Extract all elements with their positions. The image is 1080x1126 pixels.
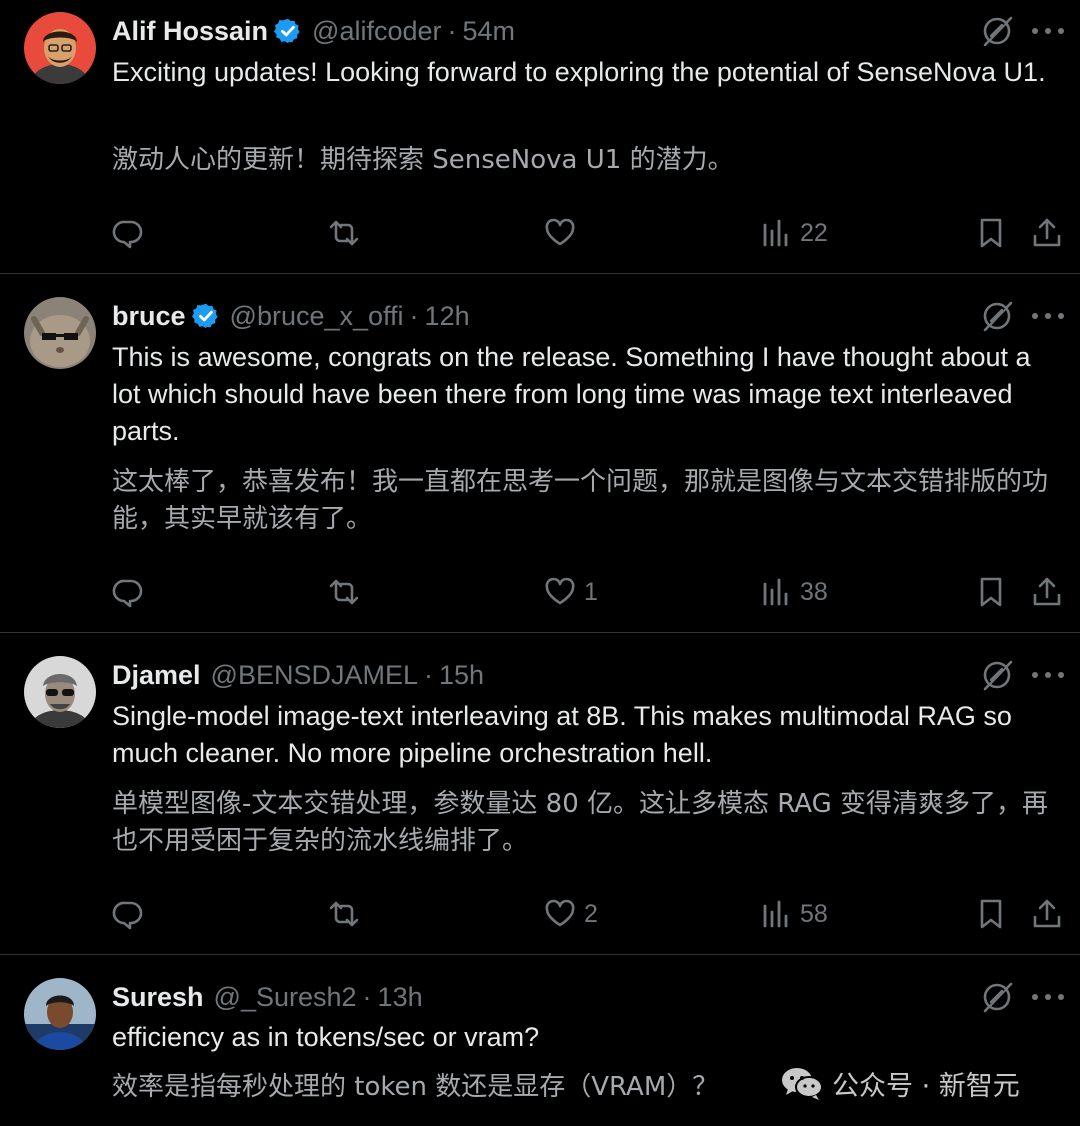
like-button[interactable]: 1 <box>544 572 598 612</box>
views-icon <box>760 898 792 930</box>
reply-icon <box>112 217 144 249</box>
grok-icon[interactable] <box>980 658 1014 692</box>
avatar[interactable] <box>24 12 96 84</box>
bookmark-button[interactable] <box>975 213 1007 253</box>
tweet-translation: 这太棒了，恭喜发布！我一直都在思考一个问题，那就是图像与文本交错排版的功能，其实… <box>112 467 1049 534</box>
action-bar: 1 38 <box>0 572 1080 612</box>
separator-dot: · <box>447 15 457 46</box>
reply-button[interactable] <box>112 572 144 612</box>
views-icon <box>760 576 792 608</box>
share-button[interactable] <box>1031 572 1063 612</box>
timestamp[interactable]: 15h <box>439 660 484 691</box>
separator-dot: · <box>424 659 434 690</box>
watermark: 公众号 · 新智元 <box>780 1063 1020 1103</box>
user-handle[interactable]: @BENSDJAMEL <box>211 660 418 691</box>
watermark-text: 公众号 · 新智元 <box>832 1070 1020 1102</box>
bookmark-button[interactable] <box>975 572 1007 612</box>
tweet[interactable]: Djamel @BENSDJAMEL · 15h Single-model im… <box>0 633 1080 955</box>
action-bar: 22 <box>0 213 1080 253</box>
display-name[interactable]: Suresh <box>112 982 204 1013</box>
views-button[interactable]: 22 <box>760 213 828 253</box>
like-count: 1 <box>584 577 598 606</box>
retweet-button[interactable] <box>328 572 360 612</box>
action-bar: 2 58 <box>0 894 1080 934</box>
avatar-image <box>24 297 96 369</box>
avatar[interactable] <box>24 297 96 369</box>
view-count: 38 <box>800 577 828 606</box>
views-icon <box>760 217 792 249</box>
grok-icon[interactable] <box>980 299 1014 333</box>
share-button[interactable] <box>1031 894 1063 934</box>
verified-badge-icon <box>274 17 302 45</box>
avatar[interactable] <box>24 656 96 728</box>
bookmark-icon <box>975 217 1007 249</box>
share-icon <box>1031 576 1063 608</box>
like-icon <box>544 217 576 249</box>
tweet-text: This is awesome, congrats on the release… <box>112 342 1031 446</box>
grok-icon[interactable] <box>980 14 1014 48</box>
reply-button[interactable] <box>112 213 144 253</box>
more-icon[interactable] <box>1032 670 1064 680</box>
like-button[interactable] <box>544 213 584 253</box>
user-handle[interactable]: @_Suresh2 <box>214 982 357 1013</box>
avatar-image <box>24 656 96 728</box>
like-button[interactable]: 2 <box>544 894 598 934</box>
tweet-translation: 激动人心的更新！期待探索 SenseNova U1 的潜力。 <box>112 145 734 175</box>
tweet-translation: 效率是指每秒处理的 token 数还是显存（VRAM）？ <box>112 1072 719 1102</box>
user-handle[interactable]: @alifcoder <box>312 16 441 47</box>
verified-badge-icon <box>192 302 220 330</box>
wechat-icon <box>782 1068 823 1100</box>
share-button[interactable] <box>1031 213 1063 253</box>
bookmark-button[interactable] <box>975 894 1007 934</box>
bookmark-icon <box>975 576 1007 608</box>
more-icon[interactable] <box>1032 992 1064 1002</box>
like-icon <box>544 898 576 930</box>
tweet-text: Exciting updates! Looking forward to exp… <box>112 57 1046 87</box>
tweet-header: Alif Hossain @alifcoder · 54m <box>112 13 515 49</box>
display-name[interactable]: Djamel <box>112 660 201 691</box>
retweet-icon <box>328 217 360 249</box>
tweet[interactable]: Alif Hossain @alifcoder · 54m Exciting u… <box>0 0 1080 274</box>
view-count: 22 <box>800 218 828 247</box>
timestamp[interactable]: 13h <box>378 982 423 1013</box>
display-name[interactable]: bruce <box>112 301 186 332</box>
retweet-icon <box>328 576 360 608</box>
views-button[interactable]: 58 <box>760 894 828 934</box>
more-icon[interactable] <box>1032 311 1064 321</box>
bookmark-icon <box>975 898 1007 930</box>
like-count: 2 <box>584 899 598 928</box>
tweet-header: bruce @bruce_x_offi · 12h <box>112 298 470 334</box>
tweet[interactable]: bruce @bruce_x_offi · 12h This is awesom… <box>0 274 1080 633</box>
tweet-header: Suresh @_Suresh2 · 13h <box>112 979 423 1015</box>
grok-icon[interactable] <box>980 980 1014 1014</box>
reply-button[interactable] <box>112 894 144 934</box>
tweet-header: Djamel @BENSDJAMEL · 15h <box>112 657 484 693</box>
retweet-icon <box>328 898 360 930</box>
reply-icon <box>112 898 144 930</box>
timestamp[interactable]: 12h <box>425 301 470 332</box>
reply-icon <box>112 576 144 608</box>
user-handle[interactable]: @bruce_x_offi <box>230 301 404 332</box>
retweet-button[interactable] <box>328 213 360 253</box>
avatar-image <box>24 978 96 1050</box>
share-icon <box>1031 898 1063 930</box>
tweet-translation: 单模型图像-文本交错处理，参数量达 80 亿。这让多模态 RAG 变得清爽多了，… <box>112 789 1049 856</box>
tweet-text: efficiency as in tokens/sec or vram? <box>112 1022 540 1052</box>
avatar-image <box>24 12 96 84</box>
tweet-text: Single-model image-text interleaving at … <box>112 701 1012 768</box>
timestamp[interactable]: 54m <box>463 16 516 47</box>
separator-dot: · <box>362 981 372 1012</box>
view-count: 58 <box>800 899 828 928</box>
views-button[interactable]: 38 <box>760 572 828 612</box>
separator-dot: · <box>409 300 419 331</box>
retweet-button[interactable] <box>328 894 360 934</box>
more-icon[interactable] <box>1032 26 1064 36</box>
display-name[interactable]: Alif Hossain <box>112 16 268 47</box>
avatar[interactable] <box>24 978 96 1050</box>
share-icon <box>1031 217 1063 249</box>
like-icon <box>544 576 576 608</box>
